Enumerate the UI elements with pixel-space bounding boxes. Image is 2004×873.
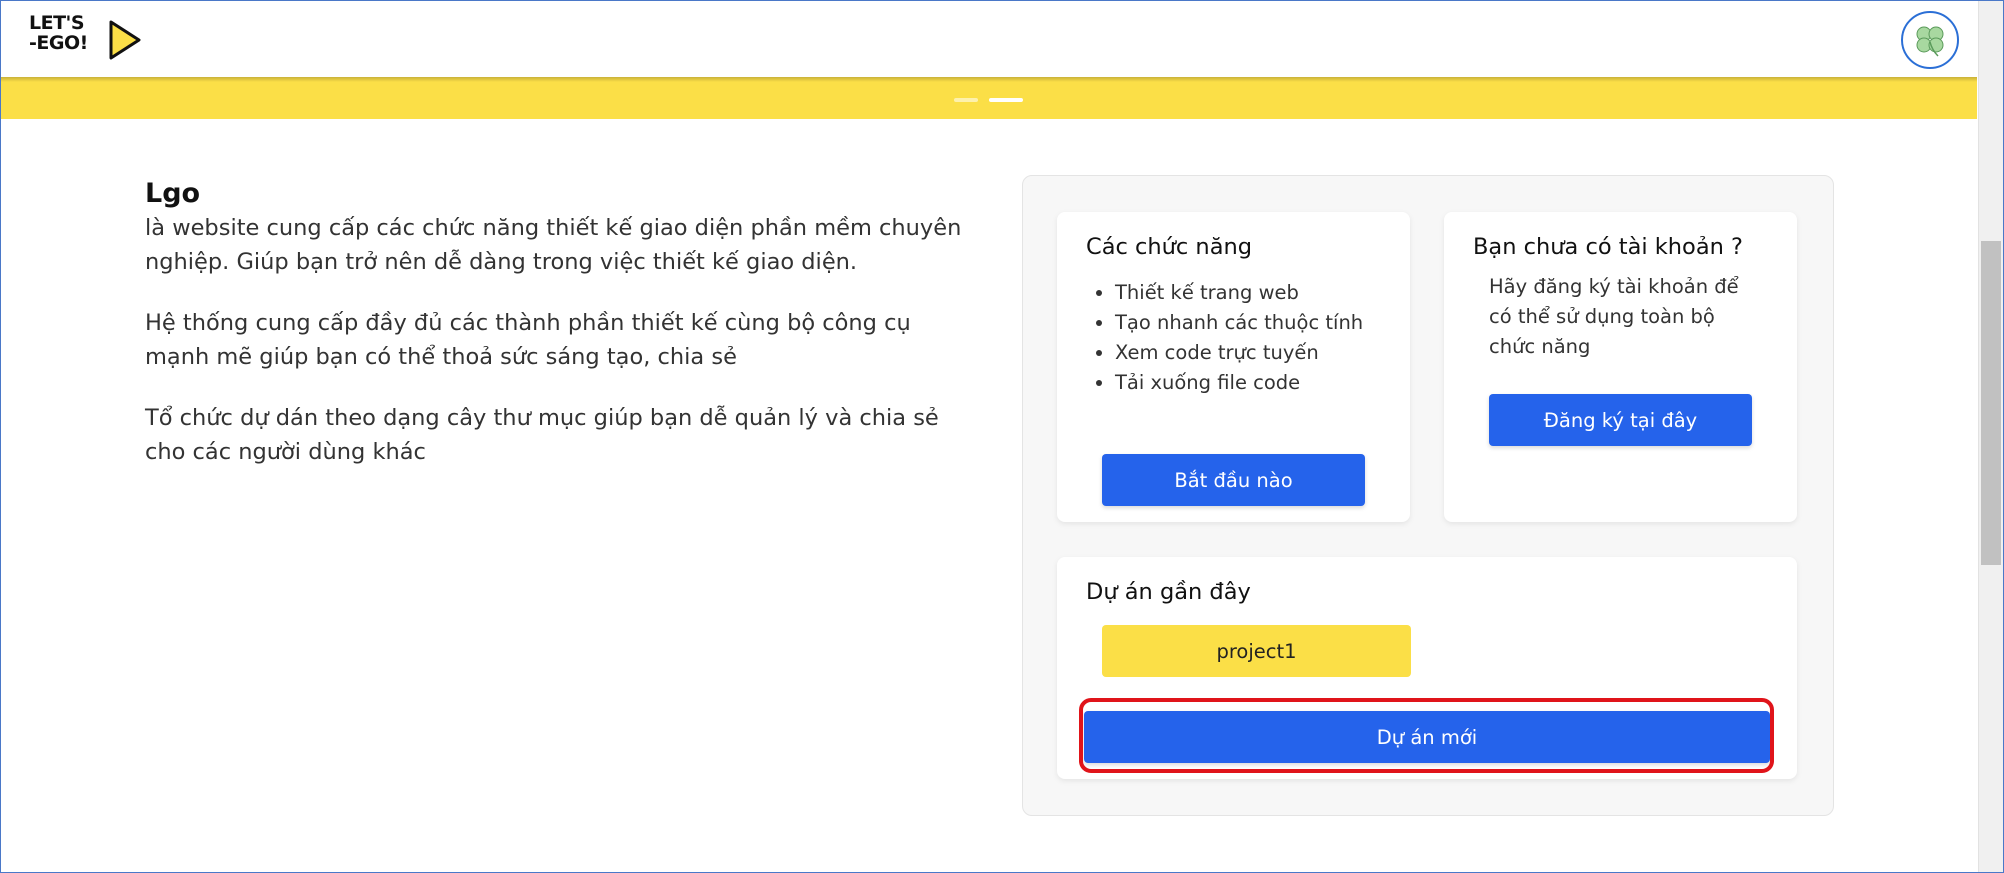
intro-title: Lgo xyxy=(145,178,201,209)
project-item[interactable]: project1 xyxy=(1102,625,1411,677)
logo-line2: -EGO! xyxy=(29,32,88,54)
feature-item: Tải xuống file code xyxy=(1115,368,1405,398)
logo-line1: LET'S xyxy=(29,12,85,34)
register-card: Bạn chưa có tài khoản ? Hãy đăng ký tài … xyxy=(1444,212,1797,522)
start-button[interactable]: Bắt đầu nào xyxy=(1102,454,1365,506)
top-header: LET'S -EGO! xyxy=(1,1,1977,77)
register-card-title: Bạn chưa có tài khoản ? xyxy=(1473,234,1743,260)
dashboard-panel: Các chức năng Thiết kế trang web Tạo nha… xyxy=(1022,175,1834,816)
register-card-text: Hãy đăng ký tài khoản để có thể sử dụng … xyxy=(1489,275,1739,358)
feature-item: Xem code trực tuyến xyxy=(1115,338,1405,368)
play-icon xyxy=(109,20,141,60)
lets-go-logo[interactable]: LET'S -EGO! xyxy=(29,13,149,69)
recent-projects-card: Dự án gần đây project1 Dự án mới xyxy=(1057,557,1797,779)
scrollbar-thumb[interactable] xyxy=(1981,241,2001,565)
register-button[interactable]: Đăng ký tại đây xyxy=(1489,394,1752,446)
banner-shadow xyxy=(1,77,1977,82)
carousel-dot-1[interactable] xyxy=(954,98,978,102)
user-avatar[interactable] xyxy=(1901,11,1959,69)
intro-paragraph-1: là website cung cấp các chức năng thiết … xyxy=(145,215,962,275)
feature-item: Thiết kế trang web xyxy=(1115,278,1405,308)
vertical-scrollbar[interactable] xyxy=(1978,1,2003,872)
new-project-button[interactable]: Dự án mới xyxy=(1084,711,1770,763)
features-card: Các chức năng Thiết kế trang web Tạo nha… xyxy=(1057,212,1410,522)
feature-item: Tạo nhanh các thuộc tính xyxy=(1115,308,1405,338)
hero-banner xyxy=(1,77,1977,119)
recent-projects-title: Dự án gần đây xyxy=(1086,579,1251,605)
clover-icon xyxy=(1916,26,1944,57)
carousel-dot-2-active[interactable] xyxy=(989,98,1023,102)
intro-paragraph-2: Hệ thống cung cấp đầy đủ các thành phần … xyxy=(145,310,911,370)
features-card-title: Các chức năng xyxy=(1086,234,1253,260)
logo-text: LET'S -EGO! xyxy=(29,13,88,53)
intro-paragraph-3: Tổ chức dự dán theo dạng cây thư mục giú… xyxy=(145,405,939,465)
intro-section: Lgo là website cung cấp các chức năng th… xyxy=(145,178,965,496)
features-list: Thiết kế trang web Tạo nhanh các thuộc t… xyxy=(1087,278,1405,398)
